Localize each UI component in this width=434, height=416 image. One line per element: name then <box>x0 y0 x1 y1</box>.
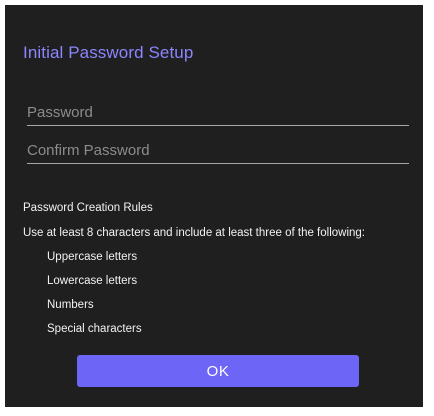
rules-list: Uppercase letters Lowercase letters Numb… <box>23 250 365 336</box>
rule-item-uppercase: Uppercase letters <box>47 251 138 263</box>
ok-button[interactable]: OK <box>77 355 359 387</box>
password-rules: Password Creation Rules Use at least 8 c… <box>23 202 365 346</box>
rule-item-numbers: Numbers <box>47 299 94 311</box>
password-input[interactable] <box>27 100 409 125</box>
password-setup-dialog: Initial Password Setup Password Creation… <box>5 5 423 407</box>
confirm-password-input[interactable] <box>27 138 409 163</box>
password-field[interactable] <box>27 100 409 126</box>
rules-intro: Use at least 8 characters and include at… <box>23 227 366 239</box>
rule-item-lowercase: Lowercase letters <box>47 275 138 287</box>
rule-item-special: Special characters <box>47 323 142 335</box>
dialog-title: Initial Password Setup <box>23 43 194 62</box>
rules-heading: Password Creation Rules <box>23 202 153 214</box>
confirm-password-field[interactable] <box>27 138 409 164</box>
